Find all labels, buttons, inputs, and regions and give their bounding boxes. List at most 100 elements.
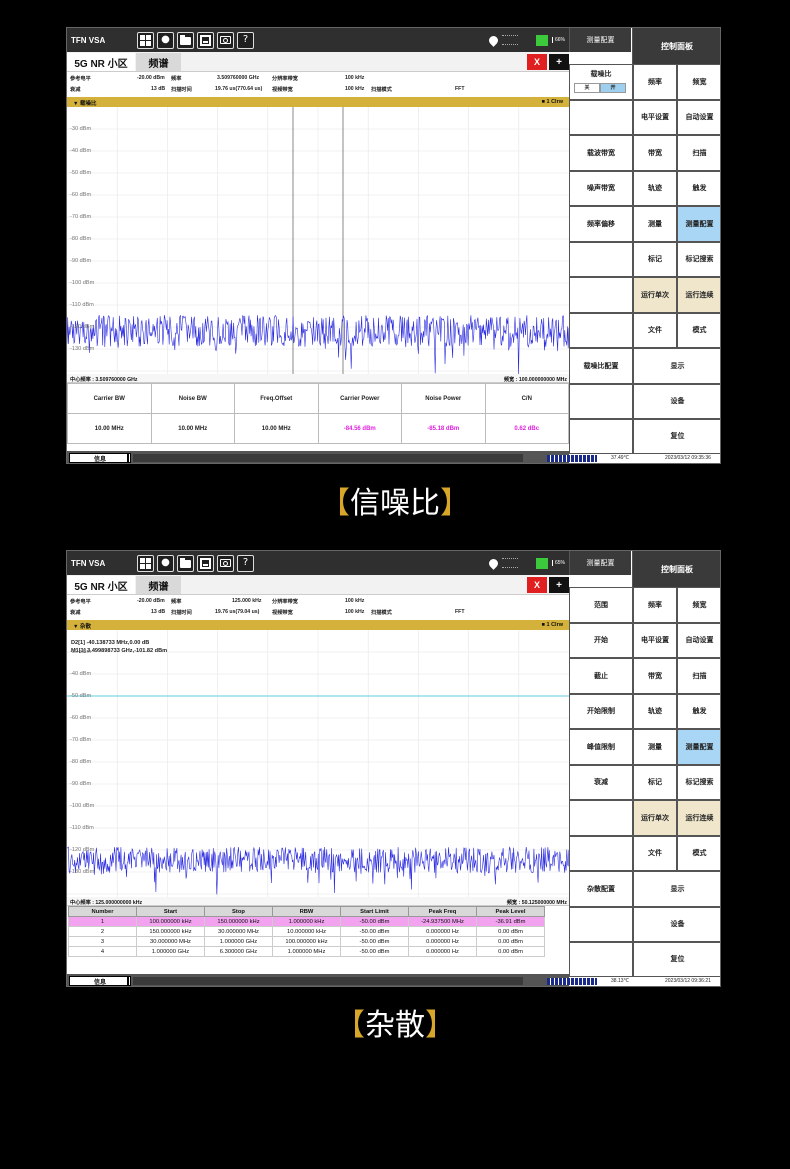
windows-icon[interactable] (137, 554, 154, 572)
table-row[interactable]: 3 30.000000 MHz 1.000000 GHz 100.000000 … (68, 936, 545, 947)
empty-menu-cell[interactable] (569, 907, 633, 942)
table-row[interactable]: 4 1.000000 GHz 6.300000 GHz 1.000000 MHz… (68, 946, 545, 957)
trace-button[interactable]: 轨迹 (633, 171, 677, 206)
file-button[interactable]: 文件 (633, 836, 677, 871)
reset-button[interactable]: 复位 (633, 942, 720, 977)
run-continuous-button[interactable]: 运行连续 (677, 277, 720, 313)
span-button[interactable]: 频宽 (677, 587, 720, 623)
spectrum-plot[interactable] (67, 630, 569, 897)
control-panel-button[interactable]: 控制面板 (632, 551, 720, 587)
table-header: Number (68, 906, 137, 917)
table-row[interactable]: 2 150.000000 kHz 30.000000 MHz 10.000000… (68, 926, 545, 937)
level-setting-button[interactable]: 电平设置 (633, 100, 677, 135)
span-button[interactable]: 频宽 (677, 64, 720, 100)
display-button[interactable]: 显示 (633, 871, 720, 907)
add-button[interactable]: + (549, 577, 569, 593)
run-single-button[interactable]: 运行单次 (633, 277, 677, 313)
info-button[interactable]: 信息 (69, 453, 131, 463)
trigger-button[interactable]: 触发 (677, 694, 720, 729)
freq-button[interactable]: 频率 (633, 587, 677, 623)
device-button[interactable]: 设备 (633, 384, 720, 419)
measure-config-button[interactable]: 测量配置 (677, 729, 720, 765)
level-setting-button[interactable]: 电平设置 (633, 623, 677, 658)
camera-icon[interactable] (217, 554, 234, 572)
run-continuous-button[interactable]: 运行连续 (677, 800, 720, 836)
empty-menu-cell[interactable] (569, 100, 633, 135)
windows-icon[interactable] (137, 31, 154, 49)
snr-menu-label: 载噪比 (590, 71, 612, 78)
bandwidth-button[interactable]: 带宽 (633, 658, 677, 694)
trace-button[interactable]: 轨迹 (633, 694, 677, 729)
tab-spectrum[interactable]: 频谱 (136, 576, 181, 594)
attenuation-button[interactable]: 衰减 (569, 765, 633, 800)
marker-button[interactable]: 标记 (633, 242, 677, 277)
save-icon[interactable] (197, 554, 214, 572)
range-button[interactable]: 范围 (569, 587, 633, 623)
close-button[interactable]: X (527, 54, 547, 70)
add-button[interactable]: + (549, 54, 569, 70)
help-icon[interactable]: ? (237, 554, 254, 572)
folder-icon[interactable] (177, 554, 194, 572)
lightbulb-icon[interactable]: ● (157, 31, 174, 49)
tab-spectrum[interactable]: 频谱 (136, 53, 181, 71)
table-cell: 0.000000 Hz (408, 936, 477, 947)
close-button[interactable]: X (527, 577, 547, 593)
toggle-off[interactable]: 关 (574, 83, 600, 93)
empty-menu-cell[interactable] (569, 384, 633, 419)
save-icon[interactable] (197, 31, 214, 49)
empty-menu-cell[interactable] (569, 277, 633, 313)
freq-offset-button[interactable]: 频率偏移 (569, 206, 633, 242)
noise-bw-button[interactable]: 噪声带宽 (569, 171, 633, 206)
help-icon[interactable]: ? (237, 31, 254, 49)
bandwidth-button[interactable]: 带宽 (633, 135, 677, 171)
run-single-button[interactable]: 运行单次 (633, 800, 677, 836)
measure-button[interactable]: 测量 (633, 729, 677, 765)
empty-menu-cell[interactable] (569, 942, 633, 977)
carrier-bw-button[interactable]: 载波带宽 (569, 135, 633, 171)
freq-button[interactable]: 频率 (633, 64, 677, 100)
marker-button[interactable]: 标记 (633, 765, 677, 800)
marker-search-button[interactable]: 标记搜索 (677, 242, 720, 277)
empty-menu-cell[interactable] (569, 313, 633, 348)
display-button[interactable]: 显示 (633, 348, 720, 384)
empty-menu-cell[interactable] (569, 242, 633, 277)
marker-search-button[interactable]: 标记搜索 (677, 765, 720, 800)
measure-config-button[interactable]: 测量配置 (677, 206, 720, 242)
sweep-button[interactable]: 扫描 (677, 135, 720, 171)
freq-value: 3.509760000 GHz (217, 75, 260, 81)
measure-button[interactable]: 测量 (633, 206, 677, 242)
reset-button[interactable]: 复位 (633, 419, 720, 454)
empty-menu-cell[interactable] (569, 836, 633, 871)
file-button[interactable]: 文件 (633, 313, 677, 348)
start-button[interactable]: 开始 (569, 623, 633, 658)
empty-menu-cell[interactable] (569, 800, 633, 836)
empty-menu-cell[interactable] (569, 419, 633, 454)
table-row[interactable]: 1 100.000000 kHz 150.000000 kHz 1.000000… (68, 916, 545, 927)
tab-5g-nr-cell[interactable]: 5G NR 小区 (67, 53, 135, 71)
lightbulb-icon[interactable]: ● (157, 554, 174, 572)
snr-menu-button[interactable]: 载噪比 关 开 (569, 64, 633, 100)
snr-toggle[interactable]: 关 开 (574, 83, 630, 93)
spur-config-button[interactable]: 杂散配置 (569, 871, 633, 907)
start-limit-button[interactable]: 开始限制 (569, 694, 633, 729)
tab-5g-nr-cell[interactable]: 5G NR 小区 (67, 576, 135, 594)
device-button[interactable]: 设备 (633, 907, 720, 942)
stop-button[interactable]: 截止 (569, 658, 633, 694)
peak-limit-button[interactable]: 峰值限制 (569, 729, 633, 765)
spectrum-plot[interactable] (67, 107, 569, 374)
mode-button[interactable]: 模式 (677, 836, 720, 871)
info-button[interactable]: 信息 (69, 976, 131, 986)
measure-config-title[interactable]: 测量配置 (569, 28, 631, 52)
autoset-button[interactable]: 自动设置 (677, 623, 720, 658)
toggle-on[interactable]: 开 (600, 83, 626, 93)
mode-button[interactable]: 模式 (677, 313, 720, 348)
y-axis-tick-label: -40 dBm (70, 148, 92, 154)
control-panel-button[interactable]: 控制面板 (632, 28, 720, 64)
camera-icon[interactable] (217, 31, 234, 49)
autoset-button[interactable]: 自动设置 (677, 100, 720, 135)
snr-config-button[interactable]: 载噪比配置 (569, 348, 633, 384)
folder-icon[interactable] (177, 31, 194, 49)
trigger-button[interactable]: 触发 (677, 171, 720, 206)
sweep-button[interactable]: 扫描 (677, 658, 720, 694)
measure-config-title[interactable]: 测量配置 (569, 551, 631, 575)
